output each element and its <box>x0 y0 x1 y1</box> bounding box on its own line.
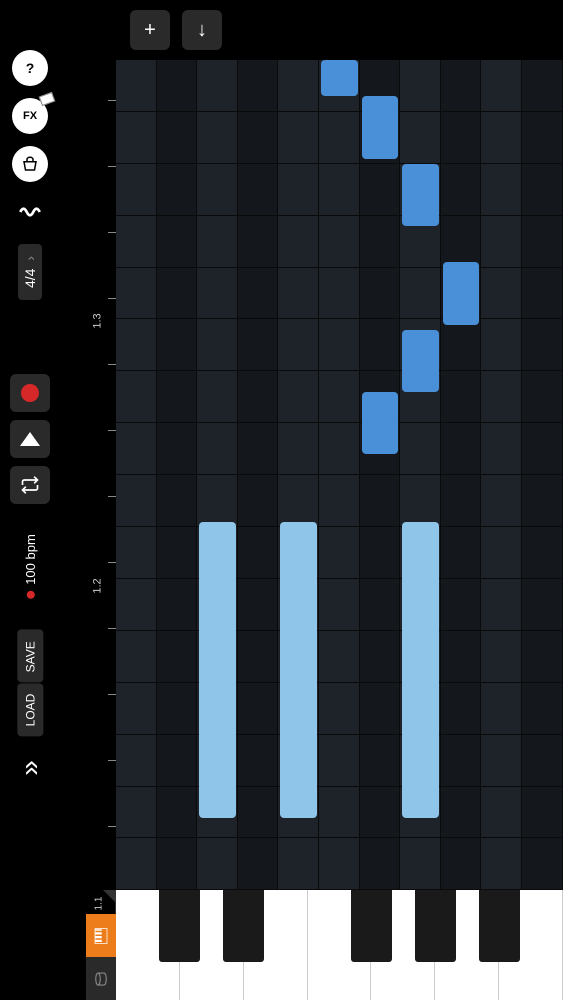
black-key[interactable] <box>415 890 456 962</box>
plus-icon: + <box>144 19 156 42</box>
black-key[interactable] <box>223 890 264 962</box>
bpm-text: 100 bpm <box>23 534 38 585</box>
piano-roll-grid[interactable] <box>116 60 563 890</box>
black-key[interactable] <box>479 890 520 962</box>
expand-button[interactable]: » <box>14 760 46 776</box>
piano-track-button[interactable] <box>86 914 116 957</box>
load-label: LOAD <box>23 694 37 727</box>
top-toolbar: + ↓ <box>130 10 222 50</box>
bpm-display[interactable]: 100 bpm <box>23 534 38 599</box>
ruler-tick <box>108 364 116 365</box>
file-controls: SAVE LOAD <box>4 629 57 737</box>
play-button[interactable] <box>10 420 50 458</box>
help-icon: ? <box>26 60 35 76</box>
bottom-section: 1.1 <box>86 890 563 1000</box>
note[interactable] <box>402 330 439 392</box>
chevron-icon: › <box>22 256 38 261</box>
loop-button[interactable] <box>10 466 50 504</box>
wave-button[interactable] <box>12 194 48 230</box>
bpm-indicator-icon <box>26 591 34 599</box>
grid-row <box>116 371 563 423</box>
grid-row <box>116 112 563 164</box>
note[interactable] <box>362 96 399 158</box>
track-selector: 1.1 <box>86 890 116 1000</box>
transport-controls <box>10 374 50 504</box>
ruler-tick <box>108 760 116 761</box>
note[interactable] <box>280 522 317 818</box>
note[interactable] <box>362 392 399 454</box>
save-button[interactable]: SAVE <box>17 630 43 683</box>
ruler-tick <box>108 496 116 497</box>
ruler-tick <box>108 232 116 233</box>
grid-row <box>116 735 563 787</box>
grid-row <box>116 787 563 839</box>
play-icon <box>20 432 40 446</box>
help-button[interactable]: ? <box>12 50 48 86</box>
add-button[interactable]: + <box>130 10 170 50</box>
sidebar-tools: ? FX <box>12 50 48 230</box>
fx-button[interactable]: FX <box>12 98 48 134</box>
grid-row <box>116 268 563 320</box>
basket-button[interactable] <box>12 146 48 182</box>
piano-keyboard <box>116 890 563 1000</box>
chevron-double-icon: » <box>14 760 45 776</box>
note[interactable] <box>321 60 358 96</box>
loop-icon <box>20 475 40 495</box>
basket-icon <box>21 155 39 173</box>
grid-row <box>116 579 563 631</box>
save-label: SAVE <box>23 641 37 672</box>
time-signature-label: 4/4 <box>22 269 38 288</box>
fx-label: FX <box>23 110 37 122</box>
grid-row <box>116 423 563 475</box>
time-signature-button[interactable]: 4/4 › <box>18 244 42 300</box>
grid-row <box>116 839 563 891</box>
download-button[interactable]: ↓ <box>182 10 222 50</box>
ruler-tick <box>108 694 116 695</box>
ruler-label-1-3: 1.3 <box>92 313 104 328</box>
eraser-icon <box>39 92 56 106</box>
black-key[interactable] <box>159 890 200 962</box>
sidebar: ? FX 4/4 › 100 bpm SAVE <box>0 0 60 1000</box>
grid-row <box>116 631 563 683</box>
grid-row <box>116 527 563 579</box>
grid-row <box>116 683 563 735</box>
ruler-tick <box>108 628 116 629</box>
drum-track-button[interactable] <box>86 957 116 1000</box>
drum-icon <box>92 970 110 988</box>
piano-icon <box>92 927 110 945</box>
black-key[interactable] <box>351 890 392 962</box>
ruler-tick <box>108 100 116 101</box>
ruler-tick <box>108 826 116 827</box>
note[interactable] <box>402 164 439 226</box>
ruler-tick <box>108 166 116 167</box>
record-button[interactable] <box>10 374 50 412</box>
ruler-tick <box>108 298 116 299</box>
note[interactable] <box>443 262 480 324</box>
note[interactable] <box>199 522 236 818</box>
grid-row <box>116 216 563 268</box>
grid-row <box>116 475 563 527</box>
load-button[interactable]: LOAD <box>17 684 43 737</box>
wave-icon <box>17 199 43 225</box>
timeline-ruler: 1.3 1.2 <box>86 60 116 890</box>
ruler-tick <box>108 562 116 563</box>
grid-row <box>116 164 563 216</box>
ruler-label-1-2: 1.2 <box>92 578 104 593</box>
ruler-tick <box>108 430 116 431</box>
note[interactable] <box>402 522 439 818</box>
download-icon: ↓ <box>197 19 207 42</box>
grid-row <box>116 320 563 372</box>
record-icon <box>21 384 39 402</box>
